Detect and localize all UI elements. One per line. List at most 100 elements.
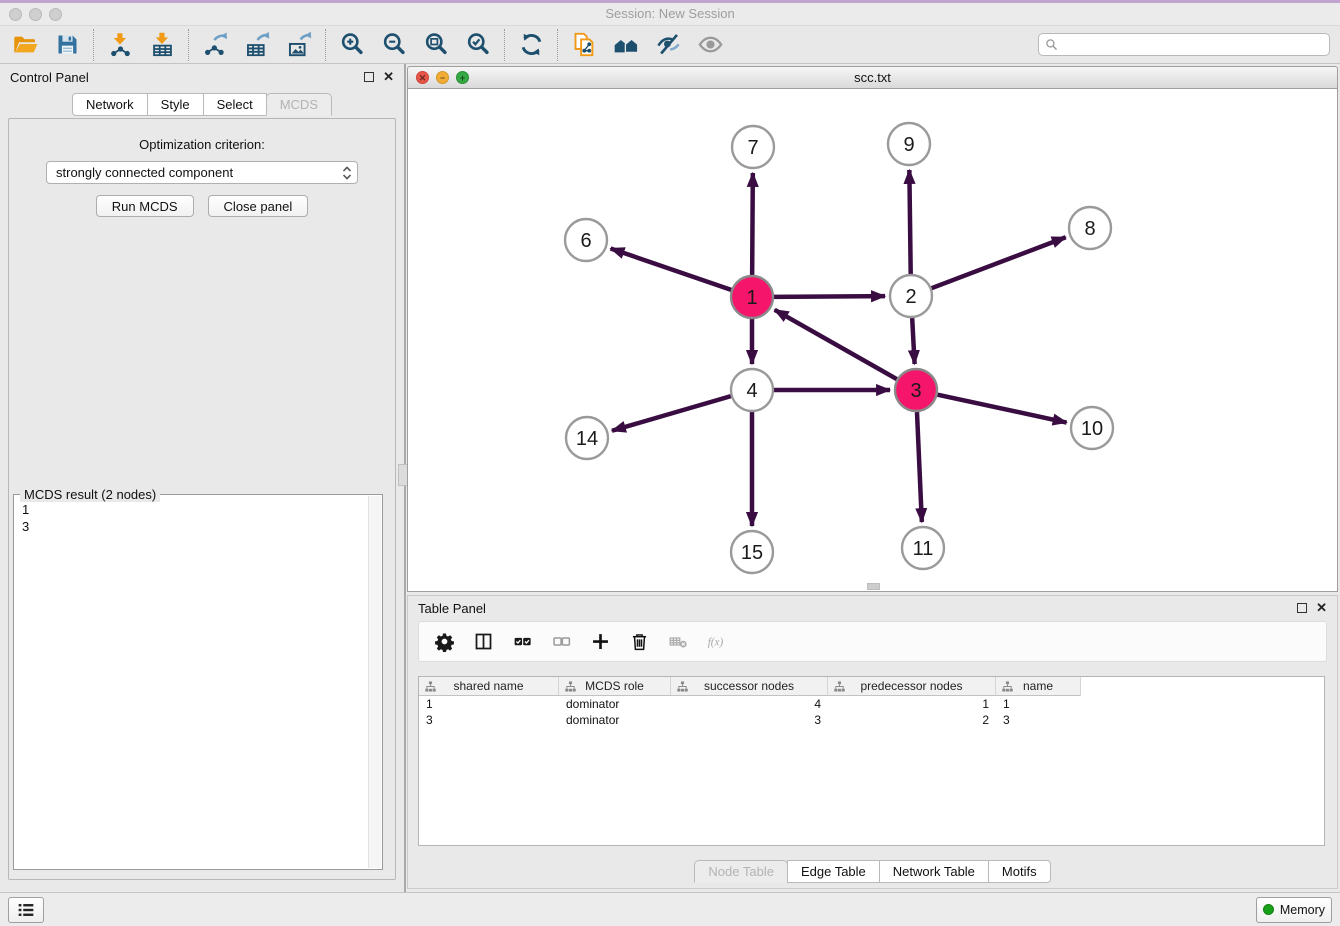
toolbar-separator xyxy=(93,29,94,61)
table-row[interactable]: 3dominator323 xyxy=(419,712,1324,728)
table-tab-network-table[interactable]: Network Table xyxy=(879,860,989,883)
table-cell[interactable]: 4 xyxy=(671,696,828,712)
graph-node-3[interactable]: 3 xyxy=(895,369,937,411)
graph-node-4[interactable]: 4 xyxy=(731,369,773,411)
save-session-button[interactable] xyxy=(46,28,88,62)
graph-edge-3-11[interactable] xyxy=(917,412,922,522)
graph-node-1[interactable]: 1 xyxy=(731,276,773,318)
control-panel-tabs: NetworkStyleSelectMCDS xyxy=(0,93,404,116)
canvas-bottom-grip[interactable] xyxy=(867,583,880,590)
panel-splitter[interactable] xyxy=(404,64,406,892)
graph-node-6[interactable]: 6 xyxy=(565,219,607,261)
close-table-panel-icon[interactable]: ✕ xyxy=(1316,603,1327,613)
graph-node-7[interactable]: 7 xyxy=(732,126,774,168)
fx-icon: f(x) xyxy=(707,631,728,652)
zoom-selected-button[interactable] xyxy=(457,28,499,62)
graph-edge-2-3[interactable] xyxy=(912,318,914,364)
function-builder-button[interactable]: f(x) xyxy=(706,631,728,653)
table-cell[interactable]: 3 xyxy=(419,712,559,728)
column-header-name[interactable]: name xyxy=(996,677,1081,696)
zoom-out-button[interactable] xyxy=(373,28,415,62)
control-tab-mcds[interactable]: MCDS xyxy=(266,93,332,116)
graph-edge-2-9[interactable] xyxy=(909,170,910,274)
create-column-button[interactable] xyxy=(589,631,611,653)
column-header-shared-name[interactable]: shared name xyxy=(419,677,559,696)
apply-layout-button[interactable] xyxy=(510,28,552,62)
network-window-titlebar: ✕ − + scc.txt xyxy=(407,66,1338,89)
column-header-predecessor-nodes[interactable]: predecessor nodes xyxy=(828,677,996,696)
control-tab-style[interactable]: Style xyxy=(147,93,204,116)
graph-node-10[interactable]: 10 xyxy=(1071,407,1113,449)
table-cell[interactable]: 1 xyxy=(996,696,1081,712)
close-panel-icon[interactable]: ✕ xyxy=(383,72,394,82)
svg-text:4: 4 xyxy=(746,380,757,402)
svg-text:8: 8 xyxy=(1084,218,1095,240)
close-panel-button[interactable]: Close panel xyxy=(208,195,309,217)
select-all-rows-button[interactable] xyxy=(511,631,533,653)
import-network-button[interactable] xyxy=(99,28,141,62)
table-cell[interactable]: 2 xyxy=(828,712,996,728)
deselect-all-rows-button[interactable] xyxy=(550,631,572,653)
houses-icon xyxy=(613,31,640,58)
table-tab-edge-table[interactable]: Edge Table xyxy=(787,860,880,883)
table-tab-motifs[interactable]: Motifs xyxy=(988,860,1051,883)
graph-node-11[interactable]: 11 xyxy=(902,527,944,569)
clone-network-button[interactable] xyxy=(563,28,605,62)
graph-edge-2-8[interactable] xyxy=(932,237,1066,288)
network-canvas[interactable]: 7 9 6 8 1 2 4 3 14 10 15 11 xyxy=(407,89,1338,592)
table-tab-node-table[interactable]: Node Table xyxy=(694,860,788,883)
export-network-button[interactable] xyxy=(194,28,236,62)
eye-icon xyxy=(697,31,724,58)
show-column-button[interactable] xyxy=(472,631,494,653)
criterion-dropdown[interactable]: strongly connected component xyxy=(46,161,358,184)
graph-node-8[interactable]: 8 xyxy=(1069,207,1111,249)
delete-table-button[interactable] xyxy=(667,631,689,653)
memory-button[interactable]: Memory xyxy=(1256,897,1332,923)
export-image-button[interactable] xyxy=(278,28,320,62)
table-settings-button[interactable] xyxy=(433,631,455,653)
first-neighbors-button[interactable] xyxy=(605,28,647,62)
table-cell[interactable]: 1 xyxy=(828,696,996,712)
graph-edge-1-7[interactable] xyxy=(752,173,753,275)
graph-node-14[interactable]: 14 xyxy=(566,417,608,459)
column-header-successor-nodes[interactable]: successor nodes xyxy=(671,677,828,696)
zoom-fit-icon xyxy=(423,31,450,58)
graph-edge-1-6[interactable] xyxy=(611,248,732,289)
zoom-fit-button[interactable] xyxy=(415,28,457,62)
control-tab-select[interactable]: Select xyxy=(203,93,267,116)
float-table-panel-icon[interactable] xyxy=(1297,603,1307,613)
export-table-button[interactable] xyxy=(236,28,278,62)
search-box[interactable] xyxy=(1038,33,1330,56)
open-session-button[interactable] xyxy=(4,28,46,62)
graph-edge-3-10[interactable] xyxy=(938,395,1067,423)
graph-edge-4-14[interactable] xyxy=(612,396,731,431)
result-scrollbar[interactable] xyxy=(368,496,381,868)
column-header-MCDS-role[interactable]: MCDS role xyxy=(559,677,671,696)
table-cell[interactable]: 3 xyxy=(996,712,1081,728)
task-history-button[interactable] xyxy=(8,897,44,923)
import-table-button[interactable] xyxy=(141,28,183,62)
table-row[interactable]: 1dominator411 xyxy=(419,696,1324,712)
float-panel-icon[interactable] xyxy=(364,72,374,82)
graph-node-9[interactable]: 9 xyxy=(888,123,930,165)
table-panel-header: Table Panel ✕ xyxy=(408,596,1337,620)
hide-graphics-details-button[interactable] xyxy=(647,28,689,62)
table-cell[interactable]: 1 xyxy=(419,696,559,712)
graph-node-15[interactable]: 15 xyxy=(731,531,773,573)
graph-edge-1-2[interactable] xyxy=(774,296,885,297)
zoom-selected-icon xyxy=(465,31,492,58)
delete-column-button[interactable] xyxy=(628,631,650,653)
graph-edge-3-1[interactable] xyxy=(775,310,897,379)
run-mcds-button[interactable]: Run MCDS xyxy=(96,195,194,217)
table-cell[interactable]: dominator xyxy=(559,712,671,728)
import-network-icon xyxy=(107,31,134,58)
table-cell[interactable]: dominator xyxy=(559,696,671,712)
graph-node-2[interactable]: 2 xyxy=(890,275,932,317)
show-graphics-details-button[interactable] xyxy=(689,28,731,62)
control-tab-network[interactable]: Network xyxy=(72,93,148,116)
mcds-result-text[interactable]: 13 xyxy=(16,497,367,867)
table-cell[interactable]: 3 xyxy=(671,712,828,728)
search-input[interactable] xyxy=(1062,38,1323,52)
zoom-in-button[interactable] xyxy=(331,28,373,62)
control-panel: Control Panel ✕ NetworkStyleSelectMCDS O… xyxy=(0,64,404,892)
